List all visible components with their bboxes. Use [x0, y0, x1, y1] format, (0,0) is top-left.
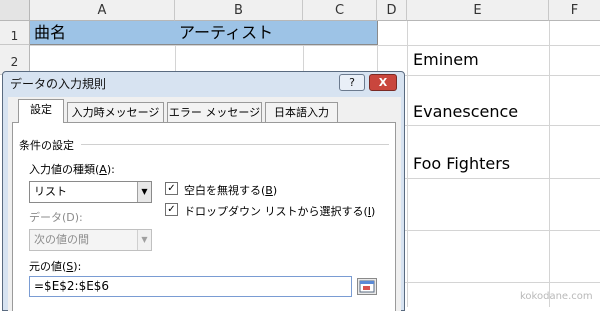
source-label: 元の値(S): [29, 260, 82, 273]
cell-e-evanescence[interactable]: Evanescence [413, 102, 518, 121]
tab-input-message[interactable]: 入力時メッセージ [67, 102, 164, 122]
chevron-down-icon[interactable]: ▼ [137, 230, 151, 250]
dialog-body: 設定 入力時メッセージ エラー メッセージ 日本語入力 条件の設定 入力値の種類… [8, 97, 401, 311]
cell-e-foo-fighters[interactable]: Foo Fighters [413, 154, 510, 173]
cell-c1[interactable] [303, 21, 378, 45]
column-header-b[interactable]: B [175, 0, 303, 21]
column-header-e[interactable]: E [407, 0, 549, 21]
help-button[interactable]: ? [339, 74, 365, 91]
gridline [30, 45, 600, 46]
ignore-blank-label[interactable]: 空白を無視する(B) [184, 182, 277, 198]
data-validation-dialog: データの入力規則 ? X 設定 入力時メッセージ エラー メッセージ 日本語入力… [2, 71, 405, 311]
group-divider [81, 144, 389, 145]
close-button[interactable]: X [369, 74, 397, 91]
collapse-dialog-icon [359, 280, 375, 293]
gridline [407, 21, 408, 307]
cell-e-eminem[interactable]: Eminem [413, 50, 479, 69]
column-header-c[interactable]: C [303, 0, 377, 21]
cell-a1[interactable]: 曲名 [30, 21, 176, 45]
chevron-down-icon[interactable]: ▼ [137, 182, 151, 202]
tab-japanese-input[interactable]: 日本語入力 [265, 102, 338, 122]
column-header-d[interactable]: D [377, 0, 407, 21]
dialog-titlebar[interactable]: データの入力規則 ? X [3, 72, 404, 94]
cell-b1[interactable]: アーティスト [175, 21, 304, 45]
select-all-corner[interactable] [0, 0, 30, 21]
allow-label: 入力値の種類(A): [29, 163, 115, 176]
data-label: データ(D): [29, 211, 83, 224]
settings-panel: 条件の設定 入力値の種類(A): リスト ▼ ✓ 空白を無視する(B) ✓ ドロ… [12, 122, 396, 311]
allow-select[interactable]: リスト ▼ [29, 181, 152, 203]
source-input[interactable]: =$E$2:$E$6 [29, 276, 352, 297]
gridline [549, 21, 550, 307]
watermark: kokodane.com [520, 291, 593, 302]
ignore-blank-checkbox[interactable]: ✓ [165, 182, 178, 195]
in-cell-dropdown-label[interactable]: ドロップダウン リストから選択する(I) [184, 203, 375, 219]
row-header-1[interactable]: 1 [0, 21, 30, 45]
tab-settings[interactable]: 設定 [18, 99, 64, 123]
data-select[interactable]: 次の値の間 ▼ [29, 229, 152, 251]
range-select-button[interactable] [357, 278, 377, 295]
column-header-a[interactable]: A [30, 0, 175, 21]
column-header-f[interactable]: F [549, 0, 600, 21]
in-cell-dropdown-checkbox[interactable]: ✓ [165, 203, 178, 216]
dialog-title: データの入力規則 [10, 77, 107, 91]
condition-group-label: 条件の設定 [19, 139, 74, 152]
tab-error-message[interactable]: エラー メッセージ [167, 102, 262, 122]
